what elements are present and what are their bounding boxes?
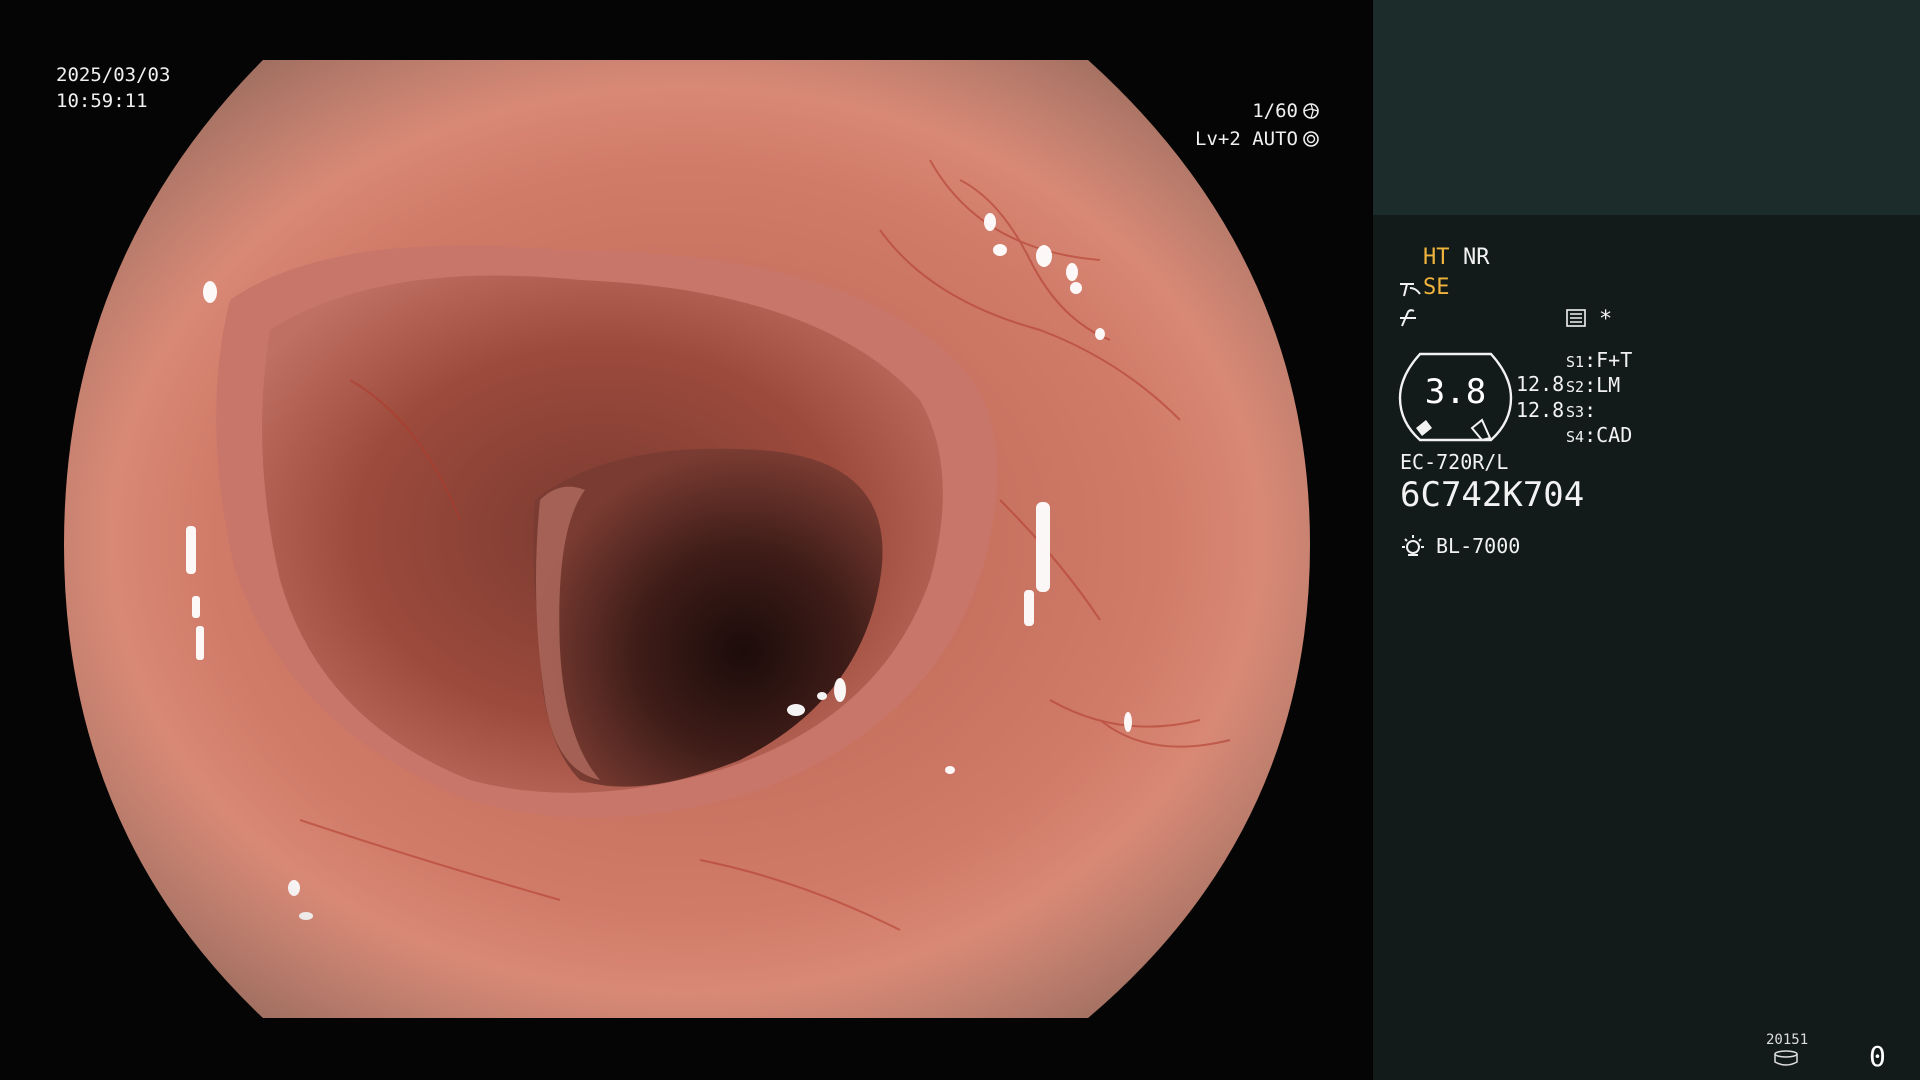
- asterisk-indicator: *: [1599, 307, 1613, 332]
- shutter-readout: 1/60: [1252, 98, 1320, 124]
- switch-key: S3: [1566, 403, 1585, 421]
- image-counter: 0: [1869, 1040, 1886, 1073]
- disk-icon: [1774, 1050, 1798, 1066]
- status-panel: HT NR SE * 3.8 12.8 12.8 S1:F+T S2:LM S3…: [1373, 0, 1920, 1080]
- brightness-level-readout: Lv+2 AUTO: [1195, 126, 1320, 152]
- switch-key: S2: [1566, 378, 1585, 396]
- mode-se-label: SE: [1423, 275, 1450, 300]
- signal-icon: [1400, 309, 1416, 327]
- shutter-icon: [1303, 103, 1319, 119]
- switch-value: F+T: [1596, 348, 1633, 372]
- enhancement-nr-label: NR: [1463, 245, 1490, 270]
- switch-row-s2: S2:LM: [1566, 373, 1621, 397]
- scope-serial: 6C742K704: [1400, 475, 1585, 515]
- enhancement-ht-label: HT: [1423, 245, 1450, 270]
- endoscope-video-area: 2025/03/03 10:59:11 1/60 Lv+2 AUTO: [0, 0, 1372, 1080]
- gauge-value: 3.8: [1424, 372, 1487, 412]
- switch-value: CAD: [1596, 423, 1633, 447]
- scope-model: EC-720R/L: [1400, 450, 1509, 474]
- light-source-label: BL-7000: [1436, 534, 1521, 558]
- switch-value: LM: [1596, 373, 1621, 397]
- scope-tip-icon: [1400, 283, 1421, 297]
- side-value-1: 12.8: [1516, 372, 1565, 396]
- switch-row-s1: S1:F+T: [1566, 348, 1633, 372]
- light-source-icon: [1402, 535, 1424, 556]
- date-readout: 2025/03/03: [56, 64, 171, 86]
- brightness-level-value: Lv+2 AUTO: [1195, 128, 1298, 150]
- switch-key: S1: [1566, 353, 1585, 371]
- time-readout: 10:59:11: [56, 90, 148, 112]
- switch-row-s3: S3:: [1566, 398, 1597, 422]
- endoscopic-image: [64, 60, 1310, 1018]
- shutter-value: 1/60: [1252, 100, 1298, 122]
- light-source-row: BL-7000: [1400, 532, 1520, 560]
- image-counter-small: 20151: [1766, 1032, 1809, 1048]
- side-value-2: 12.8: [1516, 398, 1565, 422]
- switch-key: S4: [1566, 428, 1585, 446]
- panel-header-area: [1373, 0, 1920, 215]
- settings-list-icon: [1566, 309, 1586, 327]
- switch-row-s4: S4:CAD: [1566, 423, 1633, 447]
- auto-iris-icon: [1303, 131, 1319, 147]
